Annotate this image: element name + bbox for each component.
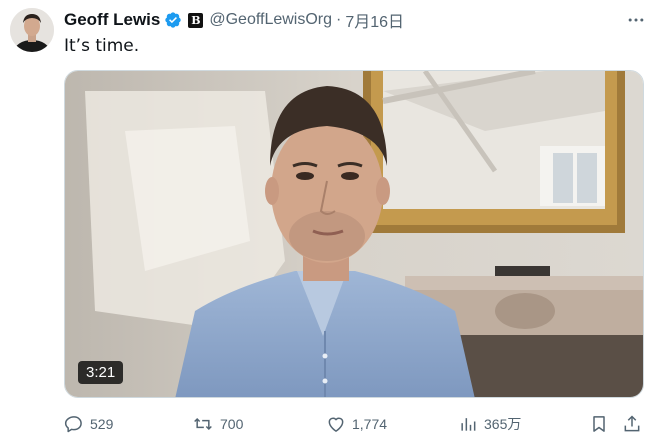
like-button[interactable]: 1,774 [326,410,387,438]
repost-button[interactable]: 700 [192,410,243,438]
video-player[interactable]: 3:21 [64,70,644,398]
repost-icon [194,417,212,431]
views-button[interactable]: 365万 [458,410,521,438]
bookmark-button[interactable] [589,410,609,438]
more-options-icon[interactable] [626,10,646,30]
tweet-text: It’s time. [64,36,140,56]
like-count: 1,774 [352,416,388,432]
share-button[interactable] [622,410,642,438]
reply-count: 529 [90,416,114,432]
views-count: 365万 [484,416,522,432]
repost-count: 700 [220,416,244,432]
share-icon [624,415,640,432]
verified-badge-icon[interactable] [164,11,182,29]
author-name[interactable]: Geoff Lewis [64,10,160,30]
video-duration: 3:21 [78,361,124,384]
like-icon [328,417,344,432]
views-icon [461,418,476,431]
action-bar: 529 700 1,774 365万 [64,410,644,438]
affiliate-badge-icon[interactable]: B [188,12,204,28]
reply-button[interactable]: 529 [64,410,113,438]
tweet-header: Geoff Lewis B @GeoffLewisOrg · 7月16日 [64,8,646,32]
author-handle[interactable]: @GeoffLewisOrg [209,11,332,29]
separator: · [336,11,342,28]
bookmark-icon [593,416,605,432]
video-frame [65,71,643,397]
tweet-date[interactable]: 7月16日 [345,8,404,32]
avatar-image [10,8,54,52]
avatar[interactable] [10,8,54,52]
reply-icon [64,416,82,433]
